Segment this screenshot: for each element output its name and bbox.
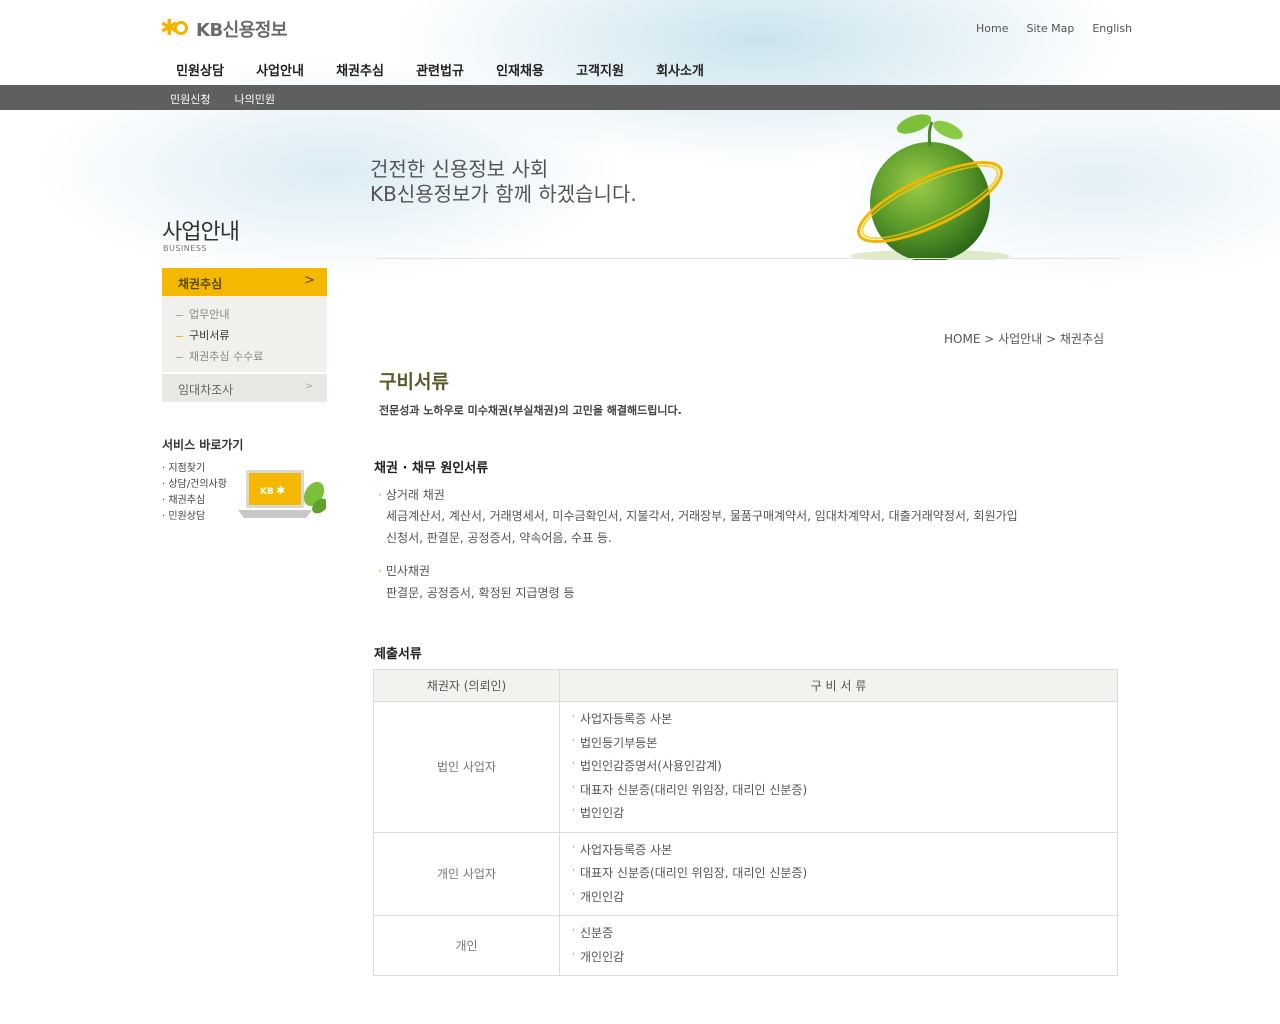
dash-icon: [176, 356, 183, 358]
section-title-submission-documents: 제출서류: [374, 647, 422, 662]
table-header-client: 채권자 (의뢰인): [373, 669, 560, 702]
sidebar-subitem-label: 채권추심 수수료: [189, 350, 264, 363]
breadcrumb: HOME > 사업안내 > 채권추심: [944, 332, 1105, 346]
sidebar-subitem-label: 업무안내: [189, 308, 230, 321]
laptop-icon: KB ✱: [238, 470, 326, 518]
document-item: ' 법인등기부등본: [572, 735, 658, 750]
slogan-line-1: 건전한 신용정보 사회: [370, 157, 549, 181]
document-item: ' 법인인감증명서(사용인감계): [572, 759, 722, 773]
sidebar-submenu: 업무안내 구비서류 채권추심 수수료: [162, 296, 327, 372]
util-link-sitemap[interactable]: Site Map: [1026, 22, 1074, 35]
table-header-documents: 구 비 서 류: [559, 669, 1118, 702]
page-description: 전문성과 노하우로 미수채권(부실채권)의 고민을 해결해드립니다.: [379, 404, 682, 417]
util-link-home[interactable]: Home: [976, 22, 1008, 35]
sidebar-item-lease-survey[interactable]: 임대차조사 >: [162, 374, 327, 402]
table-cell-client: 법인 사업자: [373, 701, 560, 833]
nav-item-laws[interactable]: 관련법규: [400, 60, 480, 79]
utility-links: Home Site Map English: [976, 22, 1132, 35]
bullet-dot-icon: ·: [378, 488, 382, 502]
document-item: ' 법인인감: [572, 806, 625, 820]
paragraph-line: 신청서, 판결문, 공정증서, 약속어음, 수표 등.: [386, 531, 612, 545]
document-item: ' 사업자등록증 사본: [572, 842, 673, 857]
service-link-consult[interactable]: · 상담/건의사항: [162, 475, 227, 491]
table-cell-client: 개인: [373, 915, 560, 976]
document-item: ' 대표자 신분증(대리인 위임장, 대리인 신분증): [572, 866, 808, 880]
sidebar-item-collection[interactable]: 채권추심 >: [162, 268, 327, 296]
banner-slogan: 건전한 신용정보 사회 KB신용정보가 함께 하겠습니다.: [370, 157, 637, 207]
sub-menu-apply[interactable]: 민원신청: [170, 91, 210, 107]
document-item: ' 대표자 신분증(대리인 위임장, 대리인 신분증): [572, 782, 808, 797]
table-cell-client: 개인 사업자: [373, 831, 560, 916]
svg-text:✱: ✱: [276, 484, 285, 497]
commercial-claims-documents: 세금계산서, 계산서, 거래명세서, 미수금확인서, 지불각서, 거래장부, 물…: [386, 505, 1126, 549]
service-link-complaint[interactable]: · 민원상담: [162, 507, 227, 523]
table-header-row: 채권자 (의뢰인) 구 비 서 류: [373, 669, 1118, 702]
paragraph-line: 판결문, 공정증서, 확정된 지급명령 등: [386, 586, 575, 600]
nav-item-complaint[interactable]: 민원상담: [160, 60, 240, 79]
service-shortcut-title: 서비스 바로가기: [162, 438, 244, 452]
sidebar-title: 사업안내: [162, 220, 240, 245]
sub-menu-bar: 민원신청 나의민원: [0, 85, 1280, 110]
bullet-label: 상거래 채권: [385, 488, 445, 502]
kb-star-icon: ✱: [160, 17, 190, 41]
service-shortcut-list: · 지점찾기 · 상담/건의사항 · 채권추심 · 민원상담: [162, 459, 227, 523]
bullet-label: 민사채권: [385, 564, 430, 578]
chevron-right-icon: >: [304, 273, 315, 288]
bullet-commercial-claims: · 상거래 채권: [378, 486, 445, 503]
sidebar-item-label: 임대차조사: [178, 383, 234, 397]
bullet-civil-claims: · 민사채권: [378, 562, 430, 579]
table-row: 개인 사업자 ' 사업자등록증 사본 ' 대표자 신분증(대리인 위임장, 대리인 …: [373, 831, 1118, 916]
section-title-cause-documents: 채권 · 채무 원인서류: [374, 461, 489, 476]
table-cell-documents: ' 신분증 ' 개인인감: [559, 915, 1118, 976]
logo[interactable]: ✱ KB신용정보: [160, 16, 287, 42]
slogan-line-2: KB신용정보가 함께 하겠습니다.: [370, 182, 637, 206]
paragraph-line: 세금계산서, 계산서, 거래명세서, 미수금확인서, 지불각서, 거래장부, 물…: [386, 509, 1018, 523]
nav-item-collection[interactable]: 채권추심: [320, 60, 400, 79]
green-globe-illustration: [850, 114, 1010, 260]
chevron-right-icon: >: [304, 381, 313, 392]
table-cell-documents: ' 사업자등록증 사본 ' 법인등기부등본 ' 법인인감증명서(사용인감계) ' 대표자…: [559, 701, 1118, 833]
sidebar-item-label: 채권추심: [178, 277, 223, 291]
civil-claims-documents: 판결문, 공정증서, 확정된 지급명령 등: [386, 582, 1126, 604]
documents-table: 채권자 (의뢰인) 구 비 서 류 법인 사업자 ' 사업자등록증 사본 ' 법인등…: [373, 669, 1118, 976]
nav-item-support[interactable]: 고객지원: [560, 60, 640, 79]
service-link-branch[interactable]: · 지점찾기: [162, 459, 227, 475]
table-cell-documents: ' 사업자등록증 사본 ' 대표자 신분증(대리인 위임장, 대리인 신분증) ' 개…: [559, 831, 1118, 916]
sidebar-subitem-documents[interactable]: 구비서류: [176, 327, 263, 348]
main-navigation: 민원상담 사업안내 채권추심 관련법규 인재채용 고객지원 회사소개: [160, 60, 720, 79]
sidebar-subitem-label: 구비서류: [189, 329, 230, 342]
document-item: ' 사업자등록증 사본: [572, 712, 673, 726]
sidebar-subitem-fee[interactable]: 채권추심 수수료: [176, 348, 263, 369]
service-link-collection[interactable]: · 채권추심: [162, 491, 227, 507]
util-link-english[interactable]: English: [1092, 22, 1132, 35]
sidebar-subitem-guide[interactable]: 업무안내: [176, 306, 263, 327]
dash-icon: [176, 335, 183, 337]
sidebar-subtitle: BUSINESS: [163, 244, 207, 253]
document-item: ' 신분증: [572, 926, 614, 940]
bullet-dot-icon: ·: [378, 564, 382, 578]
document-item: ' 개인인감: [572, 949, 625, 964]
sub-menu-my-complaint[interactable]: 나의민원: [234, 91, 274, 107]
logo-text: KB신용정보: [196, 20, 287, 41]
table-row: 개인 ' 신분증 ' 개인인감: [373, 915, 1118, 976]
nav-item-business[interactable]: 사업안내: [240, 60, 320, 79]
banner-divider: [376, 258, 1120, 259]
svg-text:KB: KB: [260, 487, 274, 497]
nav-item-recruit[interactable]: 인재채용: [480, 60, 560, 79]
nav-item-about[interactable]: 회사소개: [640, 60, 720, 79]
dash-icon: [176, 314, 183, 316]
document-item: ' 개인인감: [572, 889, 625, 904]
table-row: 법인 사업자 ' 사업자등록증 사본 ' 법인등기부등본 ' 법인인감증명서(사용인감…: [373, 701, 1118, 833]
page-title: 구비서류: [379, 371, 449, 393]
